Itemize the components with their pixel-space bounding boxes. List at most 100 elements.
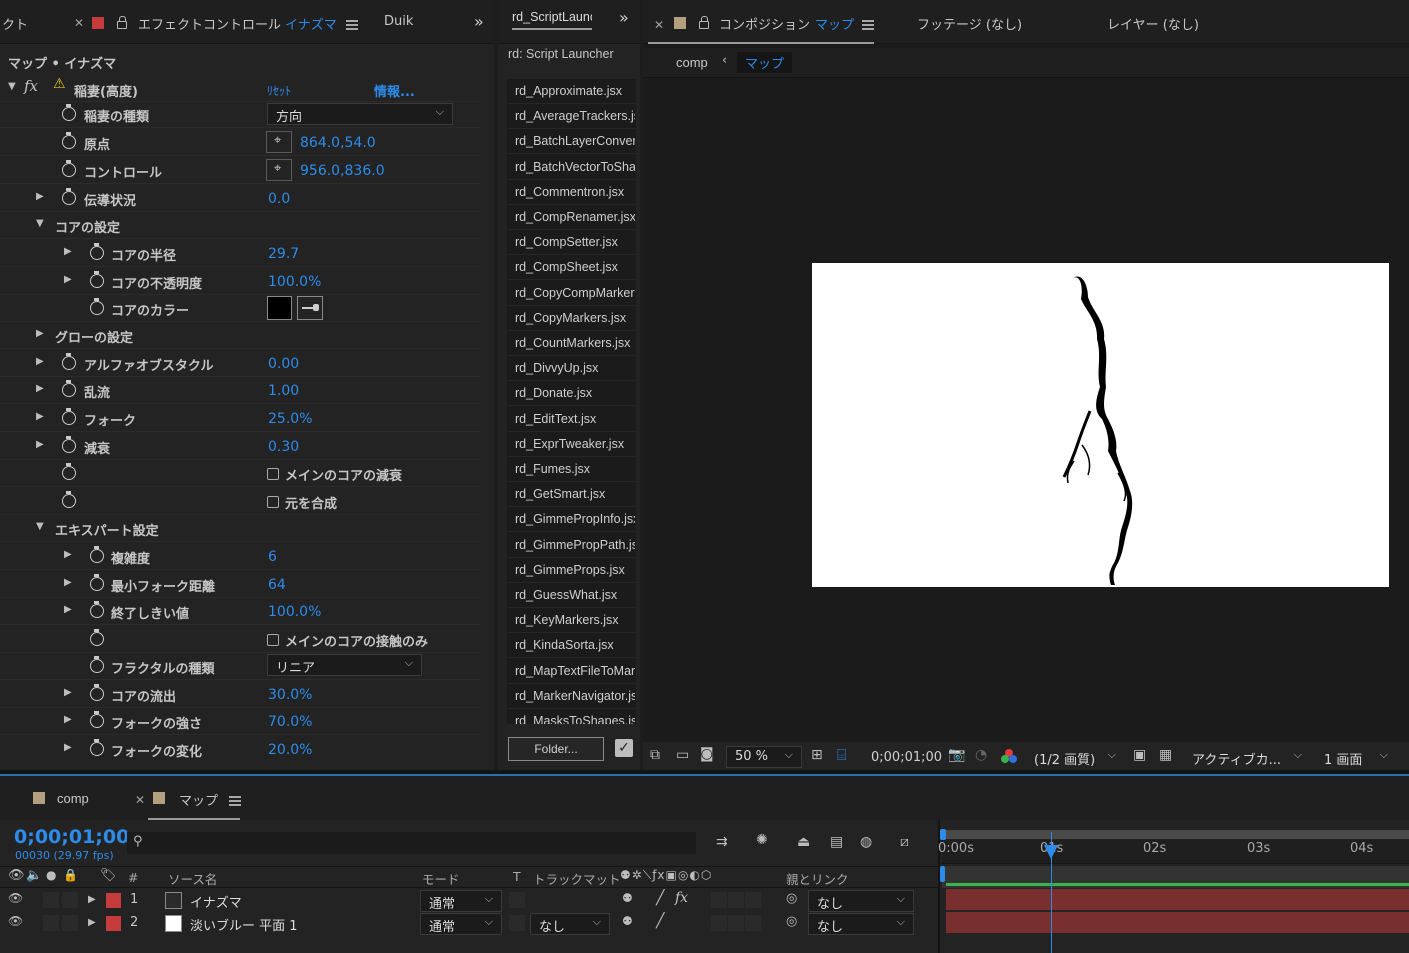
switch-cell[interactable] xyxy=(728,915,744,931)
stopwatch-icon[interactable] xyxy=(62,463,76,480)
property-value[interactable]: 100.0% xyxy=(268,604,321,620)
region-of-interest-icon[interactable]: ▣ xyxy=(1133,747,1146,763)
audio-toggle[interactable] xyxy=(43,915,59,931)
fx-icon[interactable]: fx xyxy=(24,77,38,95)
expand-triangle-icon[interactable]: ▶ xyxy=(36,411,44,422)
lock-icon[interactable] xyxy=(117,16,127,29)
reset-link[interactable]: ﾘｾｯﾄ xyxy=(267,82,291,99)
script-list-item[interactable]: rd_KeyMarkers.jsx xyxy=(508,609,635,633)
layer-row[interactable]: 👁 ▶ 1 イナズマ 通常 ⌵ ⚉ ╱ fx ◎ なし ⌵ xyxy=(0,889,940,912)
property-group-row[interactable]: ▼ コアの設定 xyxy=(0,212,480,239)
eye-icon[interactable]: 👁 xyxy=(8,891,23,905)
close-icon[interactable]: ✕ xyxy=(654,18,664,32)
stopwatch-icon[interactable] xyxy=(90,298,104,315)
motion-blur-icon[interactable]: ◍ xyxy=(860,834,872,850)
stopwatch-icon[interactable] xyxy=(62,436,76,453)
parent-dropdown[interactable]: なし ⌵ xyxy=(808,913,914,935)
rgb-channel-icon[interactable] xyxy=(1001,749,1017,765)
property-value[interactable]: 1.00 xyxy=(268,383,299,399)
stopwatch-icon[interactable] xyxy=(62,380,76,397)
stopwatch-icon[interactable] xyxy=(62,353,76,370)
script-list-item[interactable]: rd_GimmePropPath.js xyxy=(508,534,635,558)
eye-icon[interactable]: 👁 xyxy=(8,914,23,928)
tab-duik[interactable]: Duik xyxy=(384,14,413,29)
lock-column-icon[interactable]: 🔒 xyxy=(63,868,78,882)
expand-triangle-icon[interactable]: ▶ xyxy=(64,742,72,753)
transparency-grid-icon[interactable]: ▦ xyxy=(1159,747,1172,763)
panel-menu-icon[interactable] xyxy=(862,20,874,30)
stopwatch-icon[interactable] xyxy=(62,188,76,205)
about-link[interactable]: 情報... xyxy=(374,81,415,100)
snapshot-camera-icon[interactable]: 📷 xyxy=(948,747,965,763)
layer-duration-bar[interactable] xyxy=(946,889,1409,910)
collapse-triangle-icon[interactable]: ▼ xyxy=(36,218,44,229)
playhead-handle[interactable] xyxy=(1044,845,1058,859)
expand-triangle-icon[interactable]: ▶ xyxy=(64,714,72,725)
main-core-collision-only-checkbox[interactable] xyxy=(267,634,279,646)
script-list-item[interactable]: rd_Donate.jsx xyxy=(508,382,635,406)
tab-timeline-map[interactable]: マップ xyxy=(179,790,218,809)
lock-toggle[interactable] xyxy=(62,892,78,908)
property-value[interactable]: 0.0 xyxy=(268,191,290,207)
trackmatte-dropdown[interactable]: なし ⌵ xyxy=(530,913,610,935)
shy-icon[interactable]: ⚉ xyxy=(622,891,633,905)
pick-whip-icon[interactable]: ◎ xyxy=(786,914,797,929)
stopwatch-icon[interactable] xyxy=(90,711,104,728)
property-value[interactable]: 100.0% xyxy=(268,274,321,290)
comp-mini-flowchart-icon[interactable]: ⇉ xyxy=(716,834,728,850)
panel-menu-icon[interactable] xyxy=(229,796,241,806)
property-value[interactable]: 0.30 xyxy=(268,439,299,455)
script-list-item[interactable]: rd_CopyMarkers.jsx xyxy=(508,307,635,331)
script-checkbox[interactable]: ✓ xyxy=(615,739,633,757)
blend-mode-dropdown[interactable]: 通常 ⌵ xyxy=(420,890,502,912)
property-value[interactable]: 64 xyxy=(268,577,286,593)
stopwatch-icon[interactable] xyxy=(62,160,76,177)
vr-goggles-icon[interactable]: ◙ xyxy=(700,746,714,762)
tab-script-launcher[interactable]: rd_ScriptLaunc xyxy=(512,10,592,30)
folder-button[interactable]: Folder... xyxy=(508,737,604,761)
quality-slash-icon[interactable]: ╱ xyxy=(656,913,664,929)
script-list-item[interactable]: rd_GimmePropInfo.jsx xyxy=(508,508,635,532)
tab-layer[interactable]: レイヤー (なし) xyxy=(1107,14,1199,33)
work-area-bar[interactable] xyxy=(942,830,1409,839)
expand-triangle-icon[interactable]: ▶ xyxy=(36,356,44,367)
panel-menu-icon[interactable] xyxy=(346,20,358,30)
stopwatch-icon[interactable] xyxy=(90,574,104,591)
eye-icon[interactable]: 👁 xyxy=(8,868,25,883)
timeline-current-time[interactable]: 0;00;01;00 xyxy=(14,826,129,848)
audio-toggle[interactable] xyxy=(43,892,59,908)
expand-triangle-icon[interactable]: ▶ xyxy=(64,604,72,615)
resolution-dropdown[interactable]: (1/2 画質) ⌵ xyxy=(1025,746,1125,768)
stopwatch-icon[interactable] xyxy=(62,104,76,121)
stopwatch-icon[interactable] xyxy=(90,601,104,618)
layer-label-color[interactable] xyxy=(106,893,121,908)
core-color-swatch[interactable] xyxy=(267,296,292,320)
script-list-item[interactable]: rd_CountMarkers.jsx xyxy=(508,332,635,356)
script-list-item[interactable]: rd_GimmeProps.jsx xyxy=(508,559,635,583)
property-value[interactable]: 0.00 xyxy=(268,356,299,372)
layer-duration-bar[interactable] xyxy=(946,912,1409,933)
pick-whip-icon[interactable]: ◎ xyxy=(786,891,797,906)
tab-timeline-comp[interactable]: comp xyxy=(57,791,89,806)
current-time-display[interactable]: 0;00;01;00 xyxy=(871,750,942,765)
property-value[interactable]: 30.0% xyxy=(268,687,312,703)
script-list-item[interactable]: rd_MapTextFileToMark xyxy=(508,660,635,684)
time-ruler[interactable]: 0:00s 01s 02s 03s 04s xyxy=(938,840,1409,864)
layer-name[interactable]: 淡いブルー 平面 1 xyxy=(190,915,298,934)
graph-editor-icon[interactable]: ⧄ xyxy=(900,834,909,850)
collapse-triangle-icon[interactable]: ▼ xyxy=(8,81,16,92)
frame-blending-icon[interactable]: ▤ xyxy=(830,834,843,850)
blend-mode-dropdown[interactable]: 通常 ⌵ xyxy=(420,913,502,935)
script-list-item[interactable]: rd_EditText.jsx xyxy=(508,408,635,432)
expand-triangle-icon[interactable]: ▶ xyxy=(88,917,96,928)
main-core-attenuation-checkbox[interactable] xyxy=(267,468,279,480)
expand-triangle-icon[interactable]: ▶ xyxy=(36,383,44,394)
stopwatch-icon[interactable] xyxy=(62,408,76,425)
always-preview-icon[interactable]: ⧉ xyxy=(650,747,660,763)
layer-label-color[interactable] xyxy=(106,916,121,931)
monitor-icon[interactable]: ▭ xyxy=(676,747,689,763)
preserve-transparency-toggle[interactable] xyxy=(509,915,525,931)
expand-triangle-icon[interactable]: ▶ xyxy=(64,246,72,257)
column-mode[interactable]: モード xyxy=(422,869,460,888)
stopwatch-icon[interactable] xyxy=(90,684,104,701)
